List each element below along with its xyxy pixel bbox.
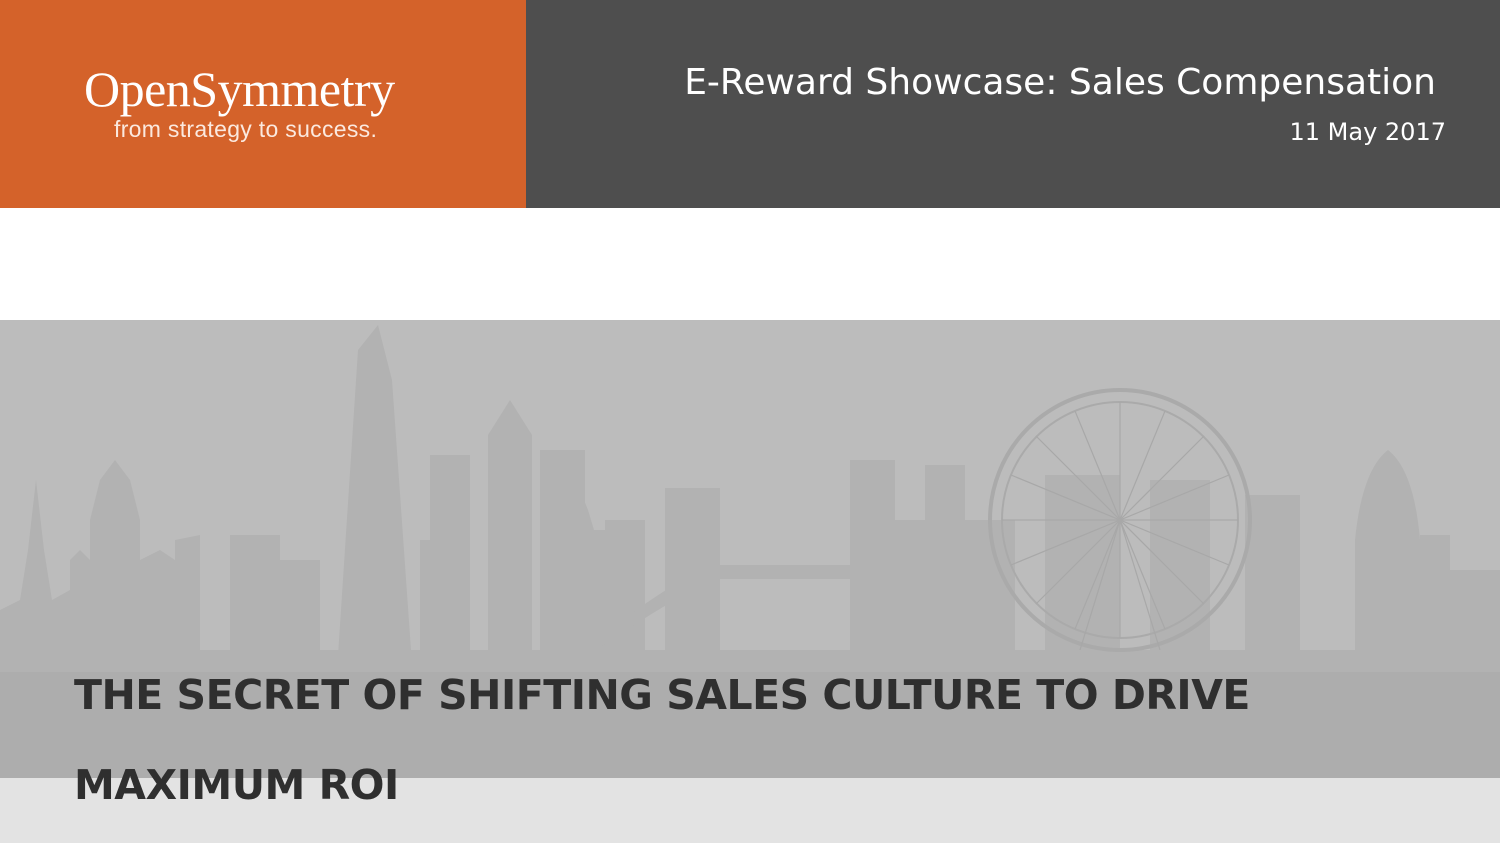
event-header: E-Reward Showcase: Sales Compensation 11… — [526, 0, 1500, 208]
headline-line-1: THE SECRET OF SHIFTING SALES CULTURE TO … — [74, 671, 1250, 719]
headline-line-2: MAXIMUM ROI — [74, 761, 399, 809]
logo-tagline: from strategy to success. — [114, 116, 378, 142]
event-title: E-Reward Showcase: Sales Compensation — [684, 62, 1436, 103]
company-logo: OpenSymmetry — [84, 61, 395, 117]
presentation-headline: THE SECRET OF SHIFTING SALES CULTURE TO … — [74, 650, 1274, 830]
logo-panel: OpenSymmetry from strategy to success. — [0, 0, 526, 208]
event-date: 11 May 2017 — [1289, 118, 1447, 146]
